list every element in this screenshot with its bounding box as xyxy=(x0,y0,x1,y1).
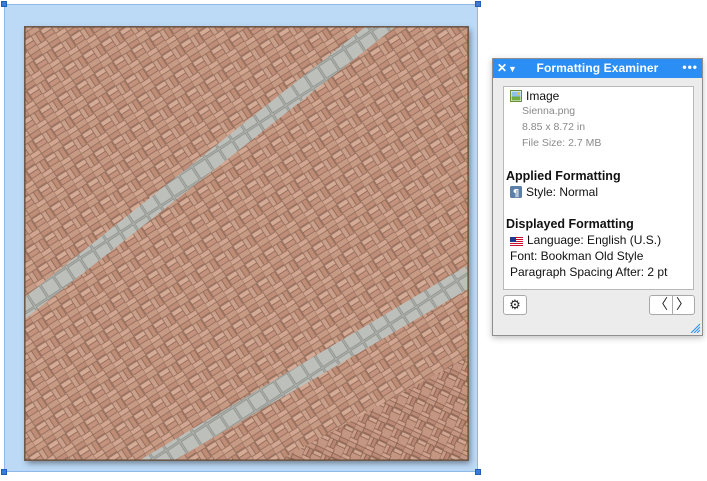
object-type-label: Image xyxy=(526,89,560,103)
language-row[interactable]: Language: English (U.S.) xyxy=(510,233,661,250)
image-dimensions: 8.85 x 8.72 in xyxy=(522,121,586,133)
font-label: Font: Bookman Old Style xyxy=(510,249,644,263)
brick-pavement-graphic xyxy=(25,27,468,460)
paragraph-spacing-label: Paragraph Spacing After: 2 pt xyxy=(510,265,668,279)
resize-handle-top-right[interactable] xyxy=(475,1,481,7)
applied-style-label: Style: Normal xyxy=(526,185,599,199)
file-name: Sienna.png xyxy=(522,105,576,117)
resize-grip-icon[interactable] xyxy=(690,323,700,333)
applied-style-row[interactable]: ¶ Style: Normal xyxy=(510,185,598,202)
paragraph-spacing-row[interactable]: Paragraph Spacing After: 2 pt xyxy=(510,265,667,280)
formatting-details-box: Image Sienna.png 8.85 x 8.72 in File Siz… xyxy=(503,86,694,290)
applied-formatting-heading: Applied Formatting xyxy=(506,169,621,183)
navigation-buttons: 〈 〉 xyxy=(649,295,695,315)
resize-handle-bottom-left[interactable] xyxy=(1,469,7,475)
file-size: File Size: 2.7 MB xyxy=(522,137,602,149)
us-flag-icon xyxy=(510,235,523,250)
sienna-image[interactable] xyxy=(25,27,468,460)
panel-title-bar[interactable]: ✕ ▼ Formatting Examiner ••• xyxy=(493,59,702,78)
paragraph-style-icon: ¶ xyxy=(510,186,522,202)
svg-text:¶: ¶ xyxy=(513,188,519,198)
image-icon xyxy=(510,90,522,106)
resize-handle-bottom-right[interactable] xyxy=(475,469,481,475)
settings-button[interactable]: ⚙ xyxy=(503,295,527,315)
gear-icon: ⚙ xyxy=(509,297,521,312)
panel-title: Formatting Examiner xyxy=(536,61,659,75)
displayed-formatting-heading: Displayed Formatting xyxy=(506,217,634,231)
next-button[interactable]: 〉 xyxy=(672,296,694,314)
font-row[interactable]: Font: Bookman Old Style xyxy=(510,249,643,264)
image-selection-frame[interactable] xyxy=(1,1,481,475)
language-label: Language: English (U.S.) xyxy=(527,233,662,247)
resize-handle-top-left[interactable] xyxy=(1,1,7,7)
formatting-examiner-panel: ✕ ▼ Formatting Examiner ••• Image Sienna… xyxy=(492,58,703,336)
more-options-icon[interactable]: ••• xyxy=(682,60,698,74)
previous-button[interactable]: 〈 xyxy=(650,296,673,314)
